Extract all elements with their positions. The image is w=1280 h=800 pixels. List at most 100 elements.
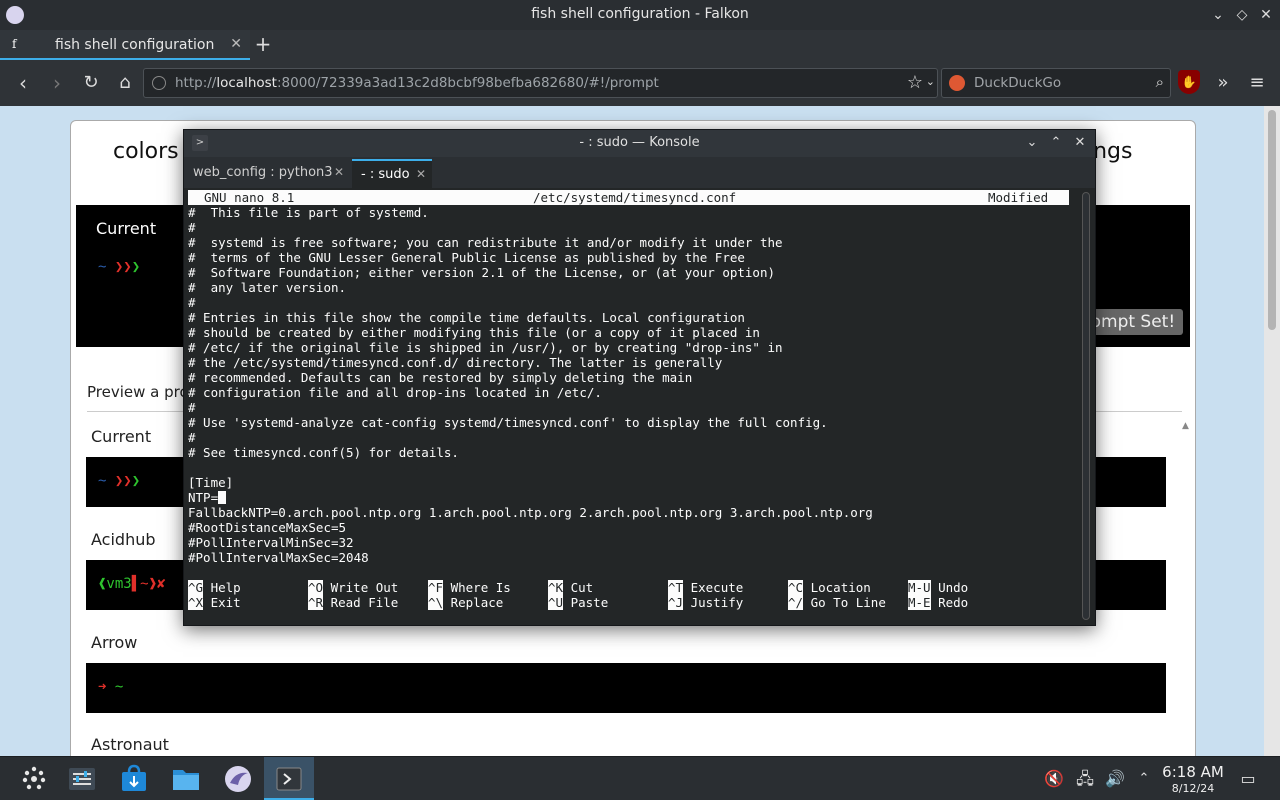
- nano-modified-status: Modified: [988, 190, 1049, 205]
- close-window-icon[interactable]: ✕: [1071, 133, 1089, 153]
- system-settings-icon[interactable]: [66, 763, 98, 795]
- prompt-option-arrow[interactable]: ➜ ~: [86, 663, 1166, 713]
- nano-shortcut[interactable]: ^C Location: [788, 580, 871, 595]
- file-line[interactable]: # terms of the GNU Lesser General Public…: [188, 250, 745, 265]
- taskbar: 🔇 🖧 🔊 ⌃ 6:18 AM 8/12/24 ▭: [0, 756, 1280, 800]
- nano-shortcut[interactable]: ^\ Replace: [428, 595, 503, 610]
- nano-shortcut[interactable]: ^G Help: [188, 580, 241, 595]
- nano-shortcut[interactable]: ^U Paste: [548, 595, 608, 610]
- browser-tabbar: f fish shell configuration ✕ +: [0, 30, 1280, 60]
- reload-icon[interactable]: ↻: [79, 71, 103, 95]
- url-text[interactable]: http://localhost:8000/72339a3ad13c2d8bcb…: [175, 75, 659, 91]
- browser-navbar: ‹ › ↻ ⌂ http://localhost:8000/72339a3ad1…: [0, 60, 1280, 106]
- tab-label: fish shell configuration: [55, 37, 215, 53]
- tab-close-icon[interactable]: ✕: [334, 165, 344, 179]
- file-line[interactable]: # Entries in this file show the compile …: [188, 310, 745, 325]
- konsole-tab-web-config[interactable]: web_config : python3 ✕: [184, 159, 350, 188]
- nano-shortcut[interactable]: ^X Exit: [188, 595, 241, 610]
- close-window-icon[interactable]: ✕: [1256, 5, 1276, 25]
- nano-shortcut[interactable]: ^R Read File: [308, 595, 398, 610]
- file-line[interactable]: NTP=: [188, 490, 227, 505]
- home-icon[interactable]: ⌂: [113, 71, 137, 95]
- maximize-icon[interactable]: ◇: [1232, 5, 1252, 25]
- url-bar[interactable]: http://localhost:8000/72339a3ad13c2d8bcb…: [143, 68, 938, 98]
- file-line[interactable]: # any later version.: [188, 280, 346, 295]
- text-cursor: [218, 491, 227, 504]
- file-line[interactable]: FallbackNTP=0.arch.pool.ntp.org 1.arch.p…: [188, 505, 873, 520]
- volume-icon[interactable]: 🔊: [1105, 769, 1125, 789]
- file-line[interactable]: [Time]: [188, 475, 233, 490]
- prompt-option-preview: ~ ❯❯❯: [98, 473, 141, 489]
- nano-shortcut[interactable]: ^J Justify: [668, 595, 743, 610]
- tab-fish-shell-configuration[interactable]: f fish shell configuration ✕: [0, 30, 250, 60]
- file-line[interactable]: #PollIntervalMaxSec=2048: [188, 550, 369, 565]
- nano-shortcut[interactable]: ^K Cut: [548, 580, 593, 595]
- new-tab-icon[interactable]: +: [252, 33, 274, 55]
- duckduckgo-icon[interactable]: [949, 75, 965, 91]
- tab-close-icon[interactable]: ✕: [416, 167, 426, 181]
- site-info-icon[interactable]: [152, 76, 166, 90]
- file-line[interactable]: # recommended. Defaults can be restored …: [188, 370, 692, 385]
- maximize-icon[interactable]: ⌃: [1047, 133, 1065, 153]
- nano-file-path: /etc/systemd/timesyncd.conf: [533, 190, 737, 205]
- forward-icon[interactable]: ›: [45, 71, 69, 95]
- discover-store-icon[interactable]: [118, 763, 150, 795]
- file-line[interactable]: # See timesyncd.conf(5) for details.: [188, 445, 459, 460]
- extensions-chevron-icon[interactable]: »: [1211, 71, 1235, 95]
- file-line[interactable]: # systemd is free software; you can redi…: [188, 235, 783, 250]
- file-line[interactable]: #: [188, 220, 196, 235]
- file-line[interactable]: # should be created by either modifying …: [188, 325, 760, 340]
- falkon-taskbar-icon[interactable]: [222, 763, 254, 795]
- konsole-taskbar-icon[interactable]: [273, 763, 305, 795]
- minimize-icon[interactable]: ⌄: [1023, 133, 1041, 153]
- bookmark-star-icon[interactable]: ☆: [907, 72, 923, 93]
- page-scrollbar[interactable]: [1264, 106, 1280, 756]
- terminal-scrollbar[interactable]: [1082, 192, 1090, 620]
- clock[interactable]: 6:18 AM 8/12/24: [1158, 763, 1228, 795]
- nano-version: GNU nano 8.1: [204, 190, 295, 205]
- back-icon[interactable]: ‹: [11, 71, 35, 95]
- file-line[interactable]: #: [188, 400, 196, 415]
- nano-shortcut[interactable]: ^T Execute: [668, 580, 743, 595]
- nano-shortcut[interactable]: M-U Undo: [908, 580, 968, 595]
- konsole-tabbar: web_config : python3 ✕ - : sudo ✕: [184, 157, 1095, 188]
- search-input[interactable]: DuckDuckGo ⌕: [941, 68, 1171, 98]
- tab-close-icon[interactable]: ✕: [230, 36, 242, 52]
- nav-tab-colors[interactable]: colors: [113, 139, 179, 164]
- network-icon[interactable]: 🖧: [1075, 769, 1095, 789]
- nano-editor[interactable]: GNU nano 8.1 /etc/systemd/timesyncd.conf…: [188, 190, 1073, 622]
- konsole-tab-sudo[interactable]: - : sudo ✕: [352, 159, 432, 188]
- ublock-origin-icon[interactable]: ✋: [1178, 70, 1200, 94]
- file-line[interactable]: #: [188, 430, 196, 445]
- clock-time: 6:18 AM: [1162, 763, 1224, 781]
- file-manager-icon[interactable]: [170, 763, 202, 795]
- nano-shortcut[interactable]: ^F Where Is: [428, 580, 511, 595]
- file-line[interactable]: # Software Foundation; either version 2.…: [188, 265, 775, 280]
- scroll-up-icon[interactable]: ▲: [1182, 421, 1189, 431]
- nano-shortcut[interactable]: M-E Redo: [908, 595, 968, 610]
- file-line[interactable]: # This file is part of systemd.: [188, 205, 429, 220]
- menu-icon[interactable]: ≡: [1245, 71, 1269, 95]
- nano-header-bar: GNU nano 8.1 /etc/systemd/timesyncd.conf…: [188, 190, 1069, 205]
- nano-shortcut[interactable]: ^O Write Out: [308, 580, 398, 595]
- show-desktop-icon[interactable]: ▭: [1238, 769, 1258, 789]
- prompt-option-label: Current: [91, 427, 152, 446]
- file-line[interactable]: # /etc/ if the original file is shipped …: [188, 340, 783, 355]
- konsole-titlebar: > - : sudo — Konsole ⌄ ⌃ ✕: [184, 130, 1095, 157]
- mute-icon[interactable]: 🔇: [1044, 769, 1064, 789]
- file-line[interactable]: #: [188, 295, 196, 310]
- scrollbar-thumb[interactable]: [1268, 110, 1276, 330]
- prompt-option-preview: ❰vm3▌~❱✘: [98, 576, 166, 592]
- file-line[interactable]: # the /etc/systemd/timesyncd.conf.d/ dir…: [188, 355, 722, 370]
- file-line[interactable]: #PollIntervalMinSec=32: [188, 535, 354, 550]
- tray-expand-icon[interactable]: ⌃: [1134, 769, 1154, 789]
- nano-shortcut[interactable]: ^/ Go To Line: [788, 595, 886, 610]
- preview-prompt-label: Preview a pro: [87, 383, 189, 401]
- app-launcher-icon[interactable]: [18, 763, 50, 795]
- minimize-icon[interactable]: ⌄: [1208, 5, 1228, 25]
- file-line[interactable]: #RootDistanceMaxSec=5: [188, 520, 346, 535]
- file-line[interactable]: # configuration file and all drop-ins lo…: [188, 385, 602, 400]
- file-line[interactable]: # Use 'systemd-analyze cat-config system…: [188, 415, 828, 430]
- url-dropdown-icon[interactable]: ⌄: [926, 75, 935, 88]
- search-icon[interactable]: ⌕: [1156, 73, 1164, 91]
